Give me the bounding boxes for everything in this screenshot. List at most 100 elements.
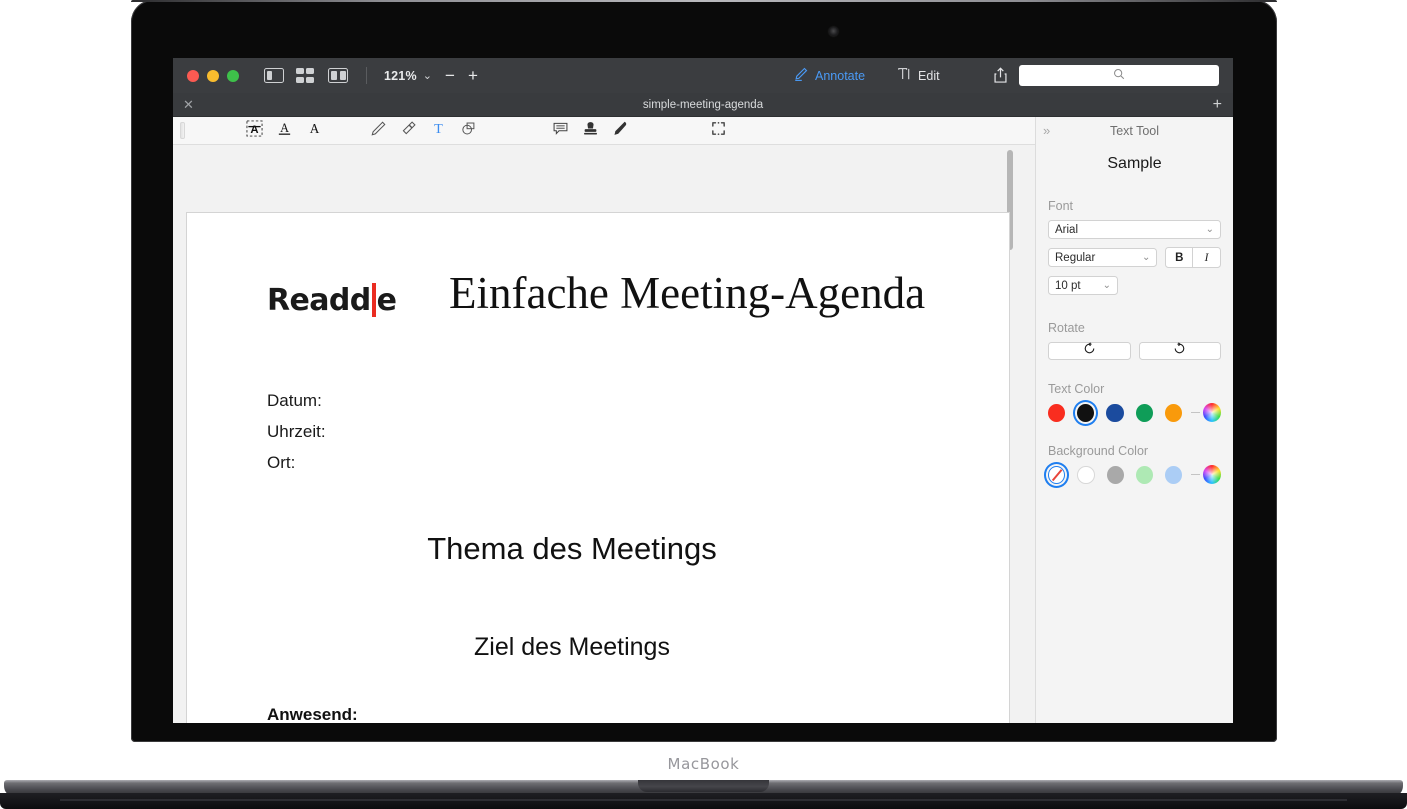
- rotate-counterclockwise-button[interactable]: [1048, 342, 1131, 360]
- zoom-controls: 121% ⌄ − +: [384, 67, 478, 84]
- text-color-label: Text Color: [1048, 382, 1105, 396]
- color-link-dash: [1191, 473, 1200, 476]
- readdle-logo-text-before: Readd: [267, 283, 371, 318]
- minimize-window-button[interactable]: [207, 69, 219, 82]
- sidebar-resize-handle[interactable]: [180, 122, 185, 139]
- two-page-view-icon: [328, 68, 348, 83]
- rotate-section-label: Rotate: [1048, 321, 1085, 335]
- laptop-base-notch: [638, 780, 769, 792]
- background-color-light-green[interactable]: [1135, 465, 1153, 484]
- font-section-label: Font: [1048, 199, 1074, 213]
- pen-icon: [793, 67, 808, 85]
- bold-italic-group: B I: [1165, 247, 1221, 268]
- readdle-logo-text-after: e: [376, 283, 397, 318]
- pencil-button[interactable]: [363, 118, 393, 144]
- panel-title: Text Tool: [1109, 124, 1160, 138]
- field-time-label: Uhrzeit:: [267, 422, 326, 441]
- two-page-view-button[interactable]: [328, 68, 348, 83]
- toolbar-divider: [366, 67, 367, 84]
- signature-button[interactable]: [605, 118, 635, 144]
- webcam-icon: [829, 27, 838, 36]
- font-family-select[interactable]: Arial ⌄: [1048, 220, 1221, 239]
- rotate-buttons: [1048, 342, 1221, 360]
- text-tool-inspector-panel: » Text Tool Sample Font Arial ⌄ Regular …: [1035, 117, 1233, 723]
- text-color-wheel-icon[interactable]: [1202, 403, 1222, 422]
- select-area-icon: [710, 120, 727, 142]
- shapes-icon: [460, 120, 477, 142]
- thumbnails-view-button[interactable]: [296, 68, 316, 83]
- background-color-none[interactable]: [1043, 461, 1070, 488]
- text-color-blue[interactable]: [1106, 403, 1124, 422]
- shapes-button[interactable]: [453, 118, 483, 144]
- field-attendees-label: Anwesend:: [267, 705, 358, 723]
- chevron-down-icon: ⌄: [1141, 252, 1151, 263]
- field-location-label: Ort:: [267, 453, 296, 472]
- document-viewport[interactable]: Readd e Einfache Meeting-Agenda Datum: Uh…: [173, 145, 1035, 723]
- text-cursor-icon: [897, 67, 911, 85]
- search-input[interactable]: [1019, 65, 1219, 86]
- chevron-double-right-icon[interactable]: »: [1043, 123, 1050, 138]
- text-color-black[interactable]: [1073, 399, 1099, 426]
- tab-edit-label: Edit: [918, 68, 940, 83]
- font-style-row: Regular ⌄ B I: [1048, 247, 1221, 268]
- sidebar-toggle-button[interactable]: [264, 68, 284, 83]
- underline-text-button[interactable]: A: [269, 118, 299, 144]
- zoom-out-button[interactable]: −: [445, 67, 455, 84]
- share-icon[interactable]: [993, 67, 1008, 84]
- font-size-select[interactable]: 10 pt ⌄: [1048, 276, 1118, 295]
- text-tool-icon: T: [430, 120, 447, 142]
- thumbnails-view-icon: [296, 68, 314, 83]
- titlebar-right-tools: [993, 58, 1219, 93]
- zoom-level-value[interactable]: 121%: [384, 69, 417, 83]
- background-color-light-blue[interactable]: [1165, 465, 1183, 484]
- bold-button[interactable]: B: [1166, 248, 1194, 267]
- chevron-down-icon: ⌄: [1102, 280, 1111, 291]
- text-color-swatches: [1048, 399, 1222, 426]
- tab-edit[interactable]: Edit: [897, 67, 940, 85]
- pdf-page[interactable]: Readd e Einfache Meeting-Agenda Datum: Uh…: [186, 212, 1010, 723]
- background-color-white[interactable]: [1077, 465, 1095, 484]
- select-area-button[interactable]: [703, 118, 733, 144]
- tab-annotate[interactable]: Annotate: [793, 67, 865, 85]
- macbook-brand-label: MacBook: [667, 755, 740, 773]
- mode-tabs: Annotate Edit: [793, 58, 940, 93]
- background-color-wheel-icon[interactable]: [1202, 465, 1222, 484]
- italic-button[interactable]: I: [1193, 248, 1220, 267]
- rotate-clockwise-icon: [1173, 342, 1186, 360]
- maximize-window-button[interactable]: [227, 69, 239, 82]
- text-color-green[interactable]: [1135, 403, 1153, 422]
- zoom-in-button[interactable]: +: [468, 67, 478, 84]
- strikethrough-text-button[interactable]: A: [299, 118, 329, 144]
- text-color-orange[interactable]: [1164, 403, 1183, 422]
- tab-annotate-label: Annotate: [815, 68, 866, 83]
- stamp-button[interactable]: [575, 118, 605, 144]
- text-tool-button[interactable]: T: [423, 118, 453, 144]
- note-icon: [552, 120, 569, 142]
- background-color-gray[interactable]: [1106, 465, 1124, 484]
- field-date-label: Datum:: [267, 391, 322, 410]
- rotate-clockwise-button[interactable]: [1138, 342, 1221, 360]
- chevron-down-icon[interactable]: ⌄: [423, 69, 432, 82]
- close-window-button[interactable]: [187, 69, 199, 82]
- font-section: Font Arial ⌄ Regular ⌄ B I 10 pt ⌄ Rotat…: [1043, 199, 1222, 488]
- new-tab-button[interactable]: +: [1213, 96, 1222, 113]
- document-heading-topic: Thema des Meetings: [427, 531, 717, 566]
- laptop-screen: 121% ⌄ − + Annotate Edit ✕ simple-meetin…: [173, 58, 1233, 723]
- view-mode-buttons: [264, 68, 348, 83]
- macbook-device-frame: 121% ⌄ − + Annotate Edit ✕ simple-meetin…: [0, 0, 1407, 809]
- color-link-dash: [1191, 411, 1200, 414]
- highlight-text-button[interactable]: A: [239, 118, 269, 144]
- eraser-icon: [400, 120, 417, 142]
- tab-title[interactable]: simple-meeting-agenda: [173, 99, 1233, 111]
- font-style-select[interactable]: Regular ⌄: [1048, 248, 1158, 267]
- svg-text:A: A: [309, 120, 319, 135]
- svg-text:A: A: [280, 120, 289, 134]
- eraser-button[interactable]: [393, 118, 423, 144]
- search-icon: [1113, 67, 1125, 85]
- text-color-red[interactable]: [1048, 403, 1066, 422]
- strikethrough-text-icon: A: [306, 120, 323, 142]
- note-button[interactable]: [545, 118, 575, 144]
- document-heading-goal: Ziel des Meetings: [474, 633, 670, 661]
- traffic-lights: [187, 69, 239, 82]
- svg-text:T: T: [434, 121, 443, 137]
